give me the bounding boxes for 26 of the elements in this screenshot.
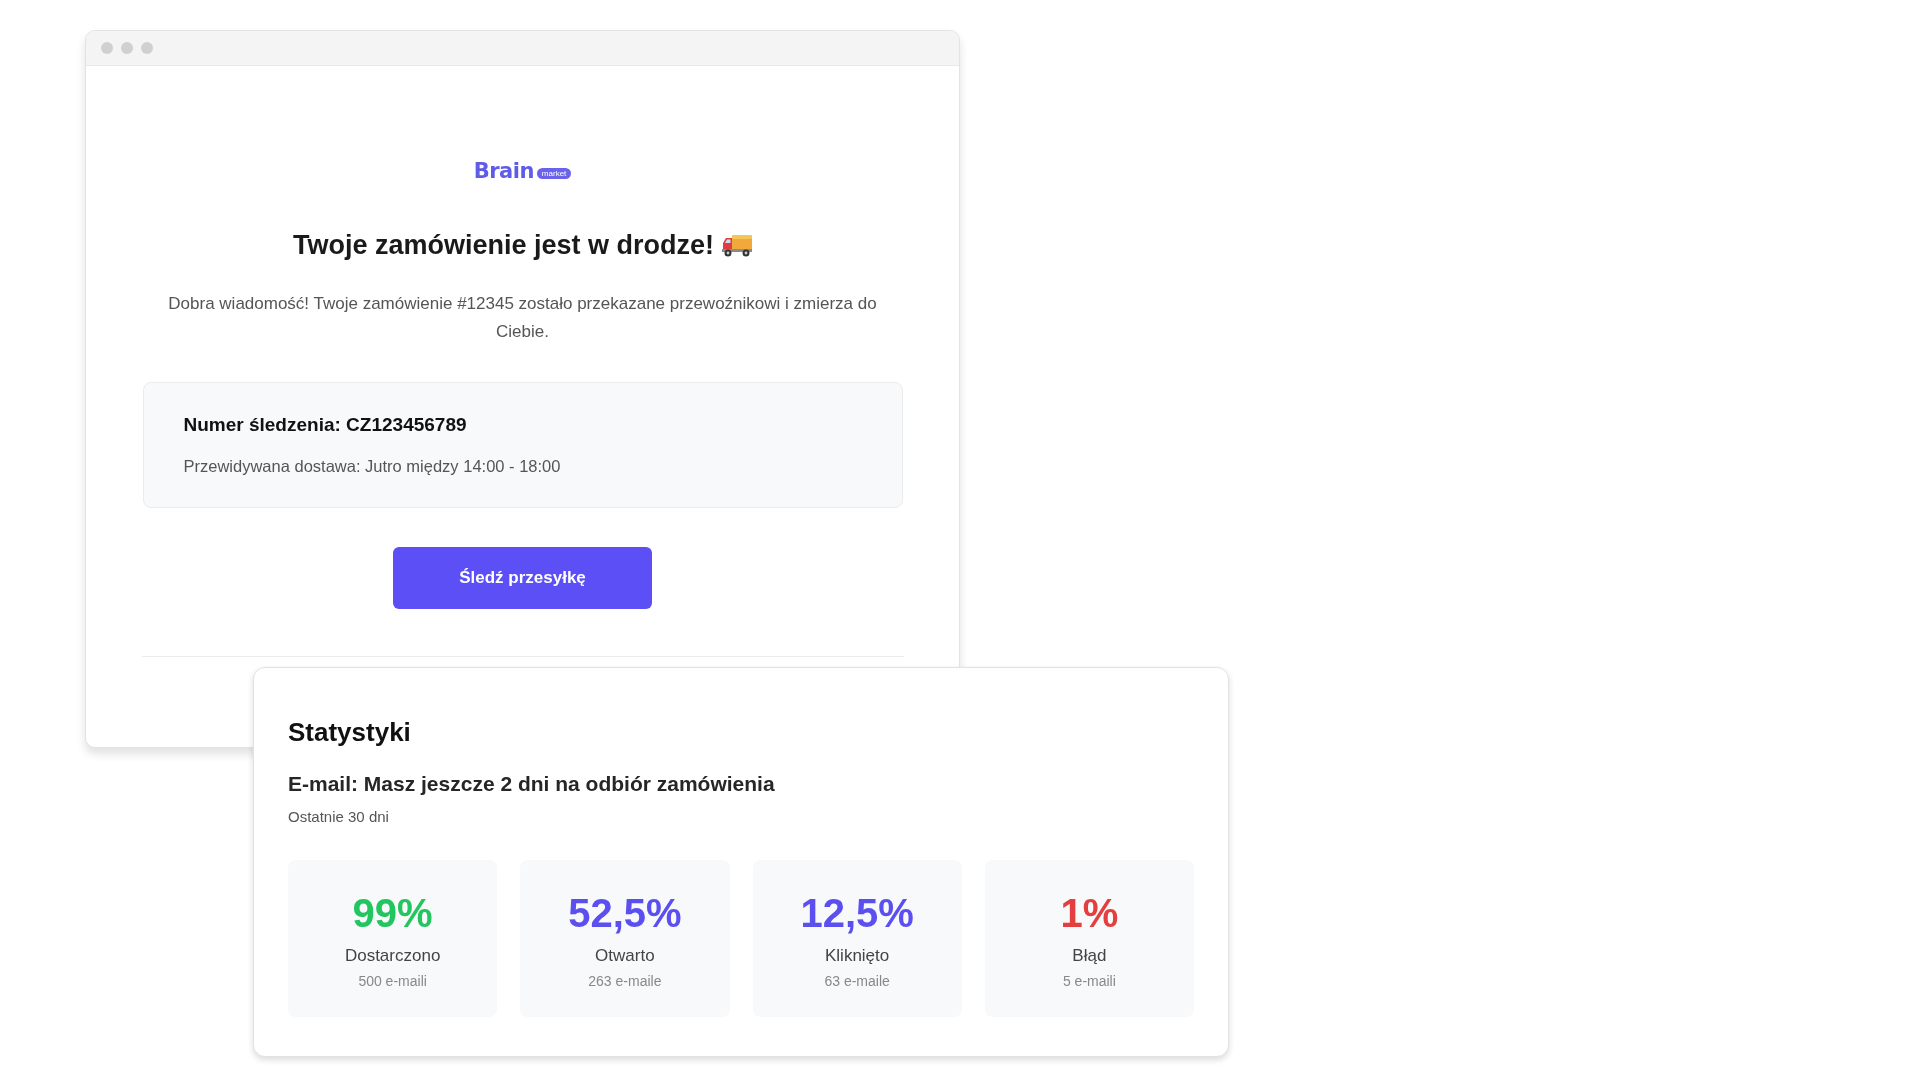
stat-count: 263 e-maile bbox=[588, 972, 662, 991]
period-label: Ostatnie 30 dni bbox=[288, 807, 390, 827]
delivery-estimate: Przewidywana dostawa: Jutro między 14:00 - 18:00 bbox=[183, 456, 562, 477]
stat-count: 63 e-maile bbox=[824, 972, 890, 991]
statistics-title: Statystyki bbox=[288, 716, 412, 748]
window-control-icon bbox=[121, 42, 133, 54]
email-heading: Twoje zamówienie jest w drodze! bbox=[292, 229, 715, 262]
tracking-number: Numer śledzenia: CZ123456789 bbox=[183, 413, 468, 437]
track-shipment-button[interactable]: Śledź przesyłkę bbox=[393, 547, 652, 609]
stat-label: Kliknięto bbox=[825, 945, 890, 967]
window-control-icon bbox=[101, 42, 113, 54]
window-control-icon bbox=[141, 42, 153, 54]
stat-label: Otwarto bbox=[595, 945, 655, 967]
stat-value: 52,5% bbox=[568, 890, 682, 937]
logo-wordmark: Brain bbox=[473, 159, 534, 183]
stat-value: 99% bbox=[352, 890, 433, 937]
truck-icon bbox=[722, 233, 753, 257]
stat-count: 5 e-maili bbox=[1062, 972, 1116, 991]
stat-label: Dostarczono bbox=[344, 945, 441, 967]
stat-value: 12,5% bbox=[800, 890, 914, 937]
stat-value: 1% bbox=[1060, 890, 1119, 937]
stat-count: 500 e-maili bbox=[358, 972, 427, 991]
email-intro-text: Dobra wiadomość! Twoje zamówienie #12345 zostało przekazane przewoźnikowi i zmierza do Ciebie. bbox=[167, 293, 878, 343]
logo-tag: market bbox=[536, 168, 572, 179]
stat-label: Błąd bbox=[1072, 945, 1107, 967]
email-subject: E-mail: Masz jeszcze 2 dni na odbiór zamówienia bbox=[288, 771, 776, 797]
